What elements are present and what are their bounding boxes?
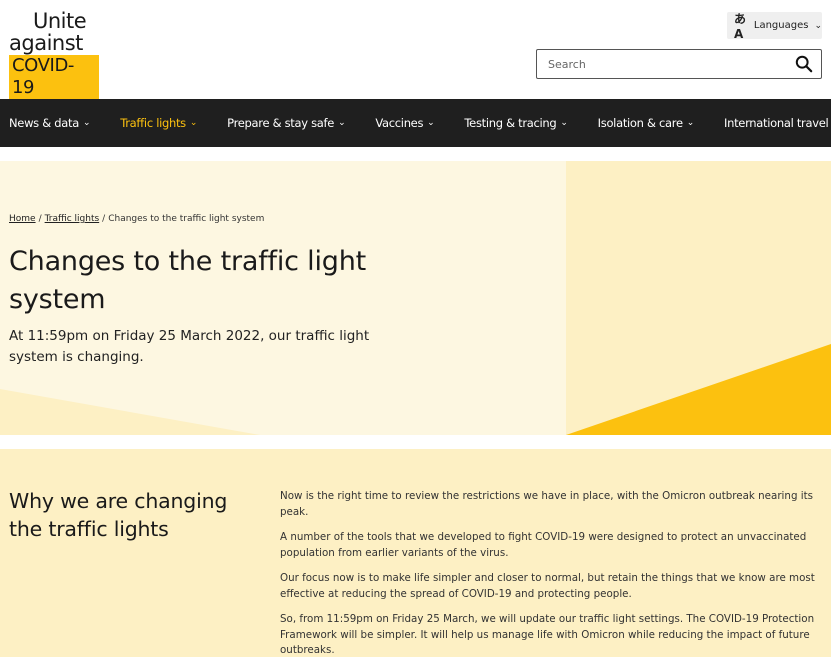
languages-button[interactable]: あA Languages ⌄ <box>727 12 822 41</box>
section-paragraph: Our focus now is to make life simpler an… <box>280 572 815 600</box>
translate-icon: あA <box>734 12 747 41</box>
chevron-down-icon: ⌄ <box>814 20 822 31</box>
section-title: Why we are changing the traffic lights <box>9 489 228 541</box>
main-nav: News & data ⌄ Traffic lights ⌄ Prepare & s… <box>0 99 831 147</box>
breadcrumb-separator: / <box>102 214 106 224</box>
search-input[interactable] <box>537 50 777 78</box>
nav-item-label: Isolation & care <box>597 116 683 130</box>
breadcrumb-traffic-lights-link[interactable]: Traffic lights <box>45 214 100 224</box>
nav-item-traffic-lights[interactable]: Traffic lights ⌄ <box>120 116 197 130</box>
page-subtitle: At 11:59pm on Friday 25 March 2022, our … <box>9 328 370 365</box>
nav-item-vaccines[interactable]: Vaccines ⌄ <box>375 116 434 130</box>
section-paragraph: A number of the tools that we developed … <box>280 531 807 559</box>
hero-banner: Home / Traffic lights / Changes to the traff… <box>0 161 831 435</box>
chevron-down-icon: ⌄ <box>189 118 198 128</box>
chevron-down-icon: ⌄ <box>686 118 695 128</box>
chevron-down-icon: ⌄ <box>427 118 435 128</box>
nav-item-label: Testing & tracing <box>464 116 557 130</box>
logo-line-2: against <box>9 31 83 55</box>
search-icon[interactable] <box>795 55 813 73</box>
nav-item-isolation-care[interactable]: Isolation & care ⌄ <box>597 116 695 130</box>
section-body: Now is the right time to review the rest… <box>280 489 825 657</box>
nav-item-news-data[interactable]: News & data ⌄ <box>9 116 91 130</box>
nav-item-label: International travel <box>724 116 829 130</box>
unite-against-covid-logo[interactable]: Unite against COVID-19 <box>9 9 99 99</box>
search-box <box>536 49 822 79</box>
chevron-down-icon: ⌄ <box>338 118 346 128</box>
page-title: Changes to the traffic light system <box>9 246 367 315</box>
site-header: Unite against COVID-19 あA Languages ⌄ <box>0 0 831 99</box>
nav-item-label: Vaccines <box>375 116 424 130</box>
languages-label: Languages <box>753 20 809 31</box>
logo-line-3: COVID-19 <box>9 55 99 99</box>
breadcrumb-separator: / <box>38 214 42 224</box>
section-paragraph: Now is the right time to review the rest… <box>280 490 814 518</box>
chevron-down-icon: ⌄ <box>560 118 568 128</box>
why-changing-section: Why we are changing the traffic lights N… <box>0 449 831 657</box>
breadcrumb-current: Changes to the traffic light system <box>108 214 265 224</box>
nav-item-label: Prepare & stay safe <box>227 116 335 130</box>
nav-item-testing-tracing[interactable]: Testing & tracing ⌄ <box>464 116 568 130</box>
logo-line-1: Unite <box>33 9 87 33</box>
breadcrumb: Home / Traffic lights / Changes to the traff… <box>9 214 264 224</box>
nav-item-label: News & data <box>9 116 79 130</box>
breadcrumb-home-link[interactable]: Home <box>9 214 36 224</box>
nav-item-label: Traffic lights <box>120 116 186 130</box>
section-paragraph: So, from 11:59pm on Friday 25 March, we … <box>280 613 815 656</box>
chevron-down-icon: ⌄ <box>82 118 91 128</box>
nav-item-prepare-stay-safe[interactable]: Prepare & stay safe ⌄ <box>227 116 345 130</box>
nav-item-international-travel[interactable]: International travel⌄ <box>724 116 831 130</box>
